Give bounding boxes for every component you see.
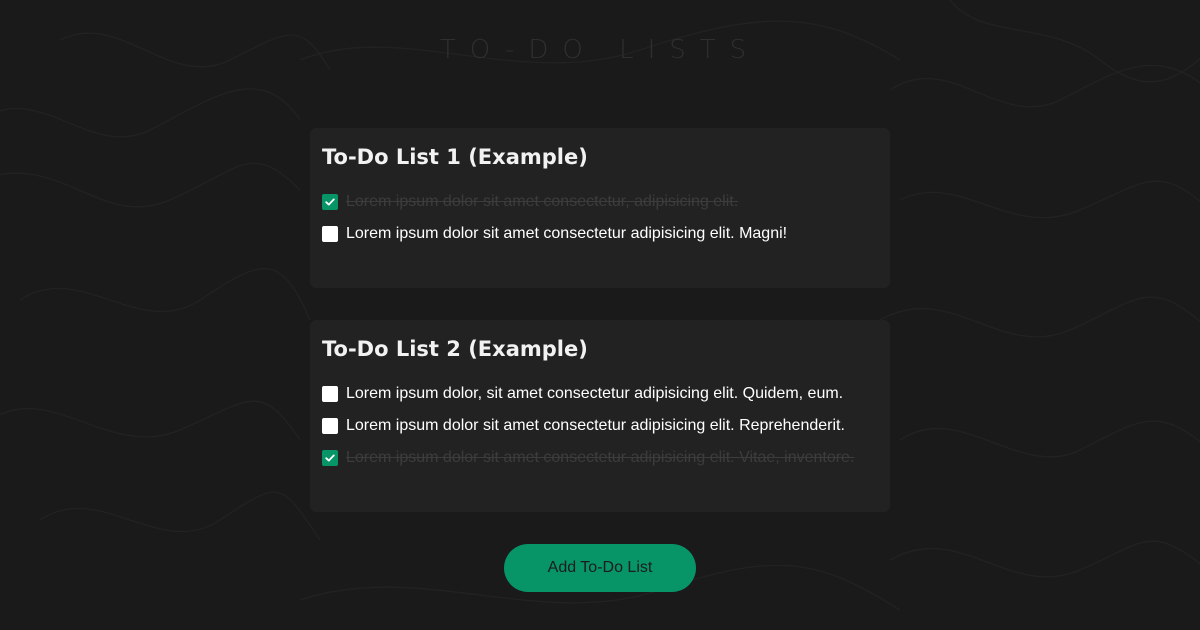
todo-item-text: Lorem ipsum dolor sit amet consectetur a… <box>346 417 845 434</box>
checkbox-checked[interactable] <box>322 194 338 210</box>
checkbox-unchecked[interactable] <box>322 386 338 402</box>
todo-item[interactable]: Lorem ipsum dolor, sit amet consectetur … <box>322 378 878 410</box>
add-todo-list-button[interactable]: Add To-Do List <box>504 544 696 592</box>
todo-item-text: Lorem ipsum dolor sit amet consectetur, … <box>346 193 739 210</box>
todo-list-card-1: To-Do List 1 (Example) Lorem ipsum dolor… <box>310 128 890 288</box>
todo-item[interactable]: Lorem ipsum dolor sit amet consectetur a… <box>322 442 878 474</box>
checkbox-checked[interactable] <box>322 450 338 466</box>
topographic-background <box>0 0 1200 611</box>
todo-list-card-2: To-Do List 2 (Example) Lorem ipsum dolor… <box>310 320 890 512</box>
checkmark-icon <box>325 198 335 206</box>
todo-item-text: Lorem ipsum dolor, sit amet consectetur … <box>346 385 844 402</box>
todo-item[interactable]: Lorem ipsum dolor sit amet consectetur, … <box>322 186 878 218</box>
checkmark-icon <box>325 454 335 462</box>
todo-item[interactable]: Lorem ipsum dolor sit amet consectetur a… <box>322 410 878 442</box>
todo-item-text: Lorem ipsum dolor sit amet consectetur a… <box>346 225 788 242</box>
checkbox-unchecked[interactable] <box>322 418 338 434</box>
checkbox-unchecked[interactable] <box>322 226 338 242</box>
todo-page: TO-DO LISTS To-Do List 1 (Example) Lorem… <box>0 0 1200 630</box>
todo-item-text: Lorem ipsum dolor sit amet consectetur a… <box>346 449 855 466</box>
page-title: TO-DO LISTS <box>439 35 761 65</box>
todo-item[interactable]: Lorem ipsum dolor sit amet consectetur a… <box>322 218 878 250</box>
todo-list-title: To-Do List 2 (Example) <box>322 337 588 361</box>
todo-list-title: To-Do List 1 (Example) <box>322 145 588 169</box>
